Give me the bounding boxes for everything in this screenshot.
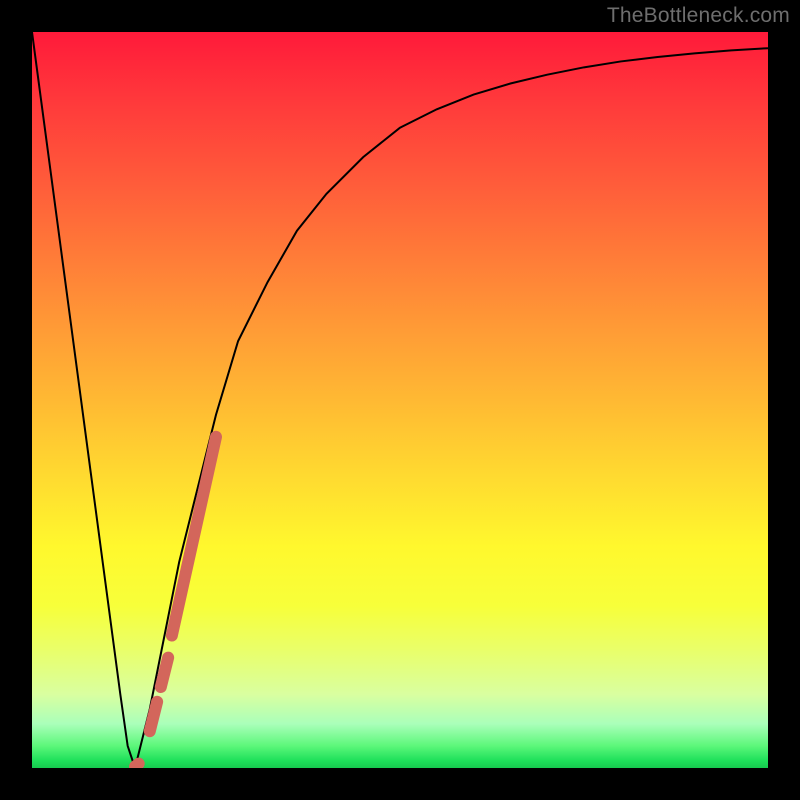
highlight-dash-1 — [150, 702, 157, 731]
highlight-dash-3 — [172, 437, 216, 636]
watermark-text: TheBottleneck.com — [607, 4, 790, 28]
chart-frame: TheBottleneck.com — [0, 0, 800, 800]
highlight-dash-group — [135, 437, 216, 767]
plot-area — [32, 32, 768, 768]
chart-svg — [32, 32, 768, 768]
bottleneck-curve-path — [32, 32, 768, 768]
highlight-dash-2 — [161, 658, 168, 687]
highlight-dash-0 — [135, 764, 139, 767]
